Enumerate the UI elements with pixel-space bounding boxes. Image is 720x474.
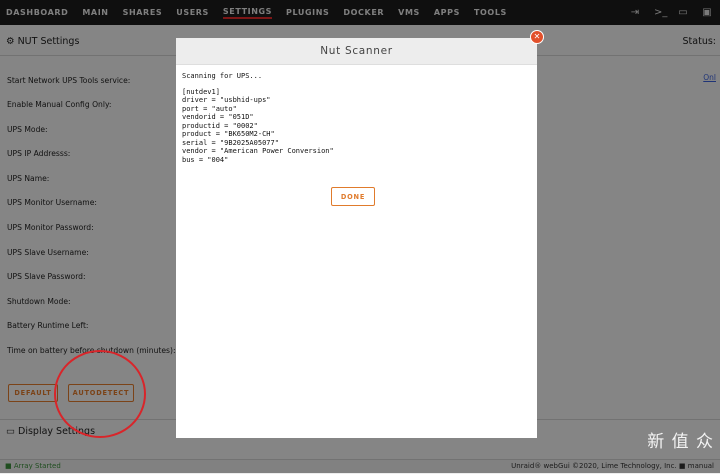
output-line: [nutdev1] bbox=[182, 87, 220, 96]
dialog-title: Nut Scanner bbox=[320, 45, 393, 57]
output-line: productid = "0002" bbox=[182, 121, 258, 130]
dialog-header: Nut Scanner bbox=[176, 38, 537, 65]
done-button[interactable]: DONE bbox=[331, 187, 375, 206]
scanning-text: Scanning for UPS... bbox=[182, 72, 263, 80]
annotation-circle bbox=[54, 350, 146, 438]
watermark: 新 值 众 bbox=[647, 432, 714, 452]
output-line: vendorid = "051D" bbox=[182, 113, 254, 121]
scanner-output: Scanning for UPS... [nutdev1] driver = "… bbox=[182, 72, 531, 164]
output-line: serial = "9B2025A05077" bbox=[182, 138, 279, 147]
output-line: bus = "004" bbox=[182, 155, 229, 164]
output-line: vendor = "American Power Conversion" bbox=[182, 147, 334, 155]
output-line: port = "auto" bbox=[182, 104, 237, 113]
output-line: product = "BK650M2-CH" bbox=[182, 130, 275, 138]
nut-scanner-dialog: Nut Scanner Scanning for UPS... [nutdev1… bbox=[176, 38, 537, 438]
output-line: driver = "usbhid-ups" bbox=[182, 96, 271, 104]
close-icon[interactable]: ✕ bbox=[530, 30, 544, 44]
